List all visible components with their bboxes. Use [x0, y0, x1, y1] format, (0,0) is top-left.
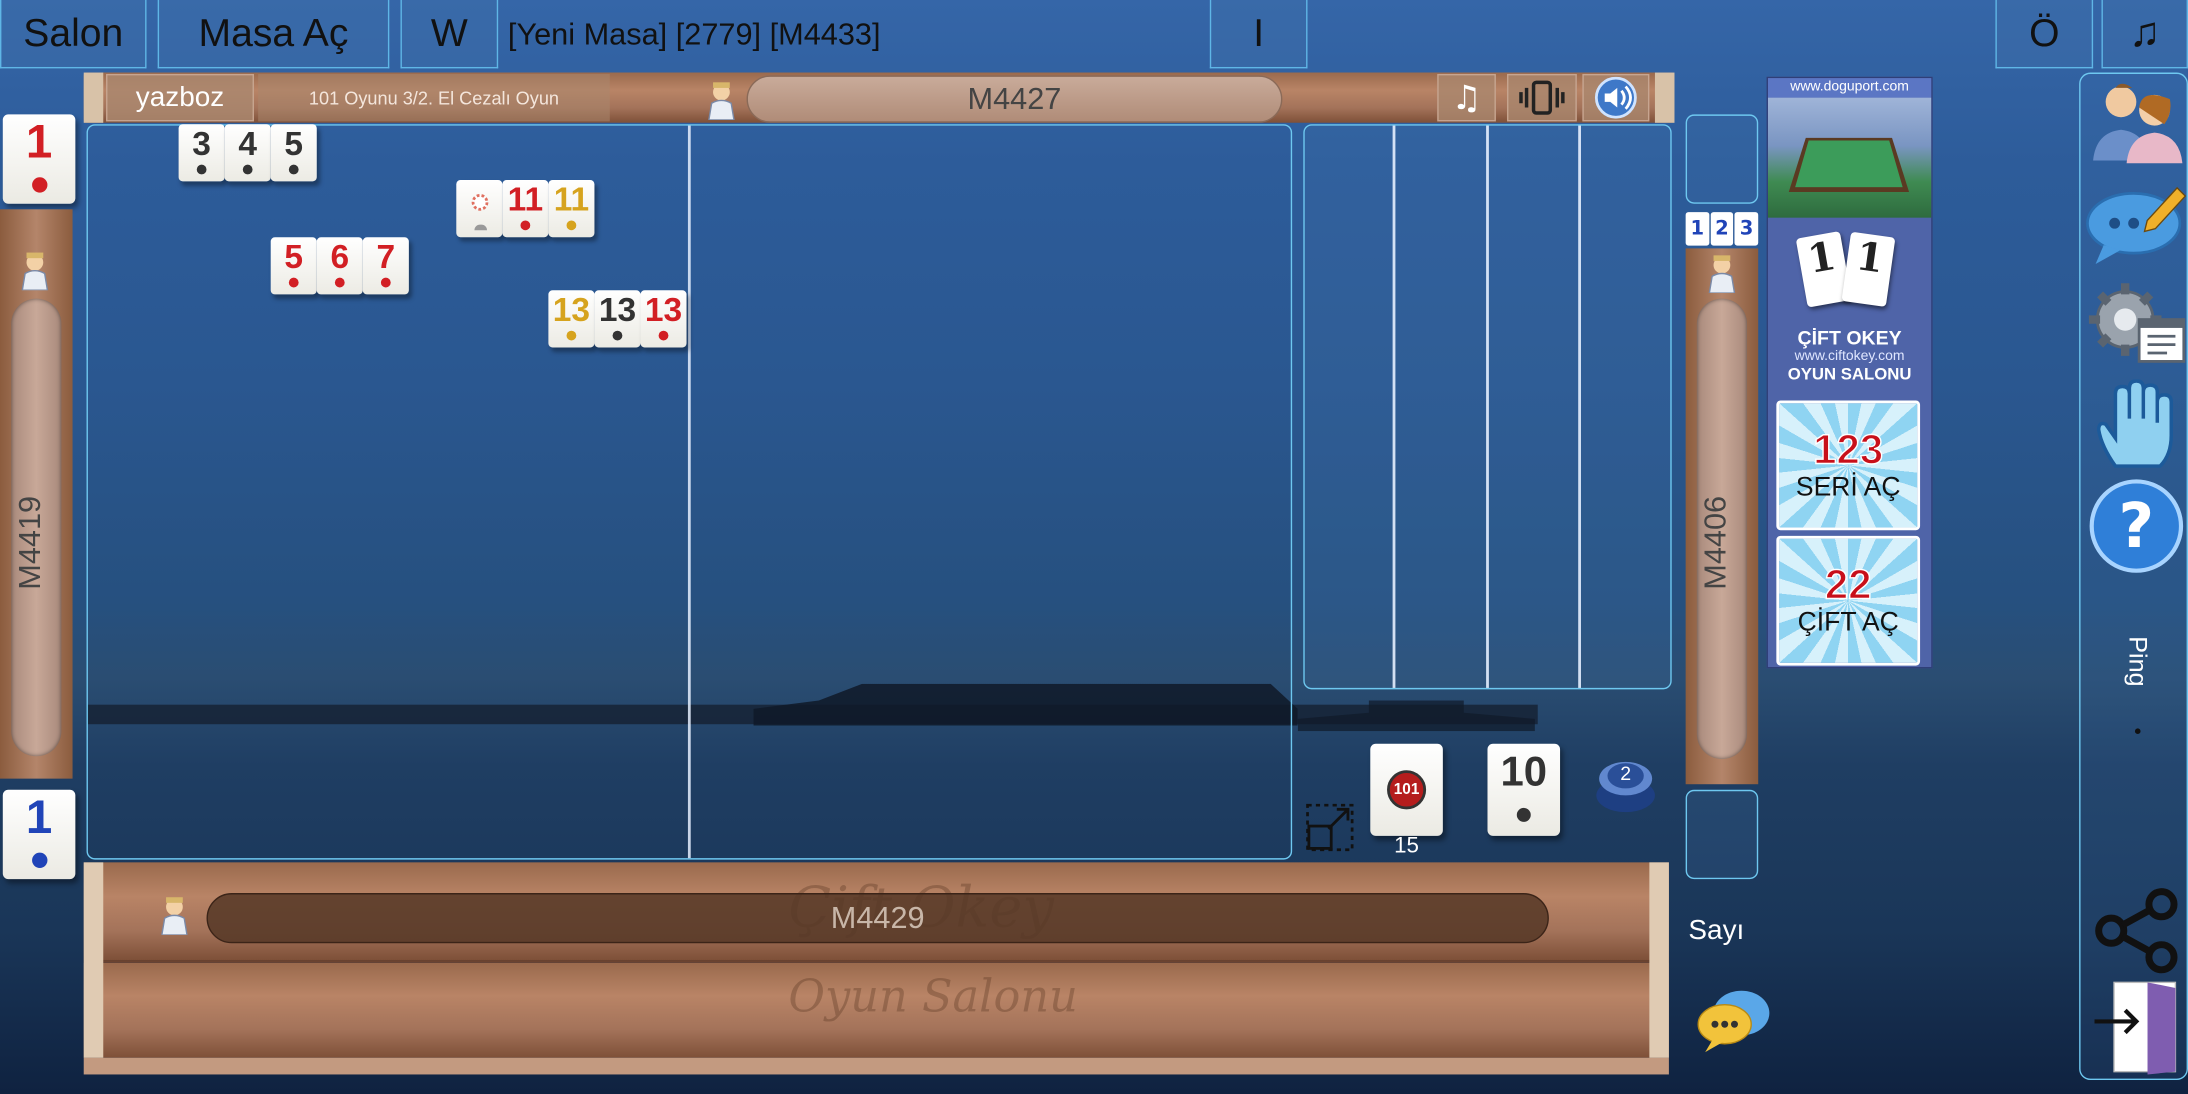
meld-tile: 7: [362, 237, 409, 295]
chat-icon[interactable]: [1694, 980, 1772, 1058]
bottom-player-avatar: [156, 893, 192, 936]
ad-tiles: 1 1: [1768, 218, 1931, 327]
salon-button[interactable]: Salon: [0, 0, 147, 69]
order-icon-2: 2: [1710, 212, 1734, 246]
meld-area-divider: [687, 125, 691, 859]
table-info: [Yeni Masa] [2779] [M4433]: [507, 16, 881, 52]
rack-bottom-strip: [83, 1057, 1669, 1075]
deck-count: 15: [1394, 834, 1419, 859]
ad-brand: ÇİFT OKEY: [1797, 326, 1902, 349]
top-bar-right-cap: [1654, 72, 1675, 123]
ad-tile-2: 1: [1841, 231, 1896, 307]
meld-tile: 4: [224, 124, 271, 182]
seri-ac-text: SERİ AÇ: [1795, 472, 1901, 502]
meld-tile: 13: [640, 290, 687, 348]
chat-compose-icon[interactable]: [2085, 173, 2188, 271]
share-icon[interactable]: [2085, 882, 2188, 980]
cift-ac-button[interactable]: 22 ÇİFT AÇ: [1776, 535, 1921, 666]
meld-tile: 5: [270, 124, 317, 182]
ad-url1: www.doguport.com: [1767, 78, 1932, 98]
masa-ac-button[interactable]: Masa Aç: [157, 0, 390, 69]
sayi-label[interactable]: Sayı: [1688, 915, 1744, 947]
joker-tile: [456, 180, 503, 238]
left-indicator-bottom-tile: 1: [2, 789, 76, 880]
discard-divider-3: [1578, 125, 1581, 688]
cift-ac-number: 22: [1824, 561, 1872, 608]
exit-icon[interactable]: [2085, 977, 2188, 1075]
right-discard-slot-bottom[interactable]: [1685, 789, 1759, 880]
i-button[interactable]: I: [1209, 0, 1308, 69]
meld-tile: 3: [178, 124, 225, 182]
left-indicator-top-number: 1: [25, 115, 53, 169]
expand-icon[interactable]: [1306, 803, 1354, 852]
left-indicator-bottom-number: 1: [25, 791, 53, 845]
music-toggle-button[interactable]: ♫: [1437, 73, 1496, 122]
ad-table-image: [1767, 97, 1932, 218]
right-player-name: M4406: [1697, 495, 1733, 590]
ad-salon: OYUN SALONU: [1787, 364, 1912, 384]
meld-tile: 13: [594, 290, 641, 348]
game-type-label: 101 Oyunu 3/2. El Cezalı Oyun: [258, 73, 610, 122]
users-icon[interactable]: [2085, 73, 2188, 171]
draw-deck-tile[interactable]: 101: [1370, 743, 1443, 836]
svg-text:?: ?: [2119, 491, 2155, 562]
meld-tile: 13: [548, 290, 595, 348]
meld-tile: 11: [548, 180, 595, 238]
right-player-avatar: [1704, 251, 1740, 294]
order-icon-3: 3: [1734, 212, 1759, 246]
help-icon[interactable]: ?: [2085, 477, 2188, 575]
meld-tile: 6: [316, 237, 363, 295]
w-button[interactable]: W: [400, 0, 499, 69]
bottom-player-name-pill: M4429: [206, 893, 1549, 944]
o-button[interactable]: Ö: [1995, 0, 2094, 69]
hand-icon[interactable]: [2085, 377, 2188, 475]
right-discard-slot-top[interactable]: [1685, 114, 1759, 204]
left-indicator-top-tile: 1: [2, 114, 76, 204]
order-icons[interactable]: 1 2 3: [1685, 212, 1759, 246]
indicator-tile: 10: [1487, 743, 1561, 836]
order-icon-1: 1: [1685, 212, 1709, 246]
ping-label: Ping: [2123, 636, 2152, 687]
game-screen: Salon Masa Aç W [Yeni Masa] [2779] [M443…: [0, 0, 2188, 1094]
discard-divider-2: [1486, 125, 1489, 688]
music-button[interactable]: ♫: [2101, 0, 2188, 69]
ping-dot: [2134, 728, 2141, 734]
meld-tile: 5: [270, 237, 317, 295]
ad-url2: www.ciftokey.com: [1794, 348, 1905, 365]
settings-icon[interactable]: [2085, 276, 2188, 374]
left-player-avatar: [17, 248, 53, 291]
speaker-icon[interactable]: [1582, 73, 1650, 122]
left-indicator-bottom-dot: [32, 852, 48, 868]
top-player-avatar: [703, 78, 739, 121]
discard-divider-1: [1392, 125, 1396, 688]
vibrate-icon[interactable]: [1507, 73, 1577, 122]
top-player-name-pill: M4427: [746, 75, 1283, 123]
rack-watermark-line2: Oyun Salonu: [788, 969, 1078, 1023]
round-badge-number: 2: [1620, 761, 1632, 785]
seri-ac-number: 123: [1813, 426, 1884, 473]
seri-ac-button[interactable]: 123 SERİ AÇ: [1776, 400, 1921, 531]
top-bar-left-cap: [83, 72, 104, 123]
rack-right-cap: [1649, 862, 1669, 1058]
cift-ac-text: ÇİFT AÇ: [1797, 607, 1899, 638]
deck-101-badge: 101: [1387, 770, 1427, 810]
tab-yazboz[interactable]: yazboz: [106, 73, 254, 122]
round-badge: 2: [1594, 759, 1658, 815]
left-indicator-top-dot: [32, 177, 48, 193]
meld-tile: 11: [502, 180, 549, 238]
rack-left-cap: [83, 862, 104, 1058]
indicator-number: 10: [1500, 749, 1548, 796]
left-player-name: M4419: [12, 495, 47, 590]
indicator-dot: [1516, 807, 1531, 822]
